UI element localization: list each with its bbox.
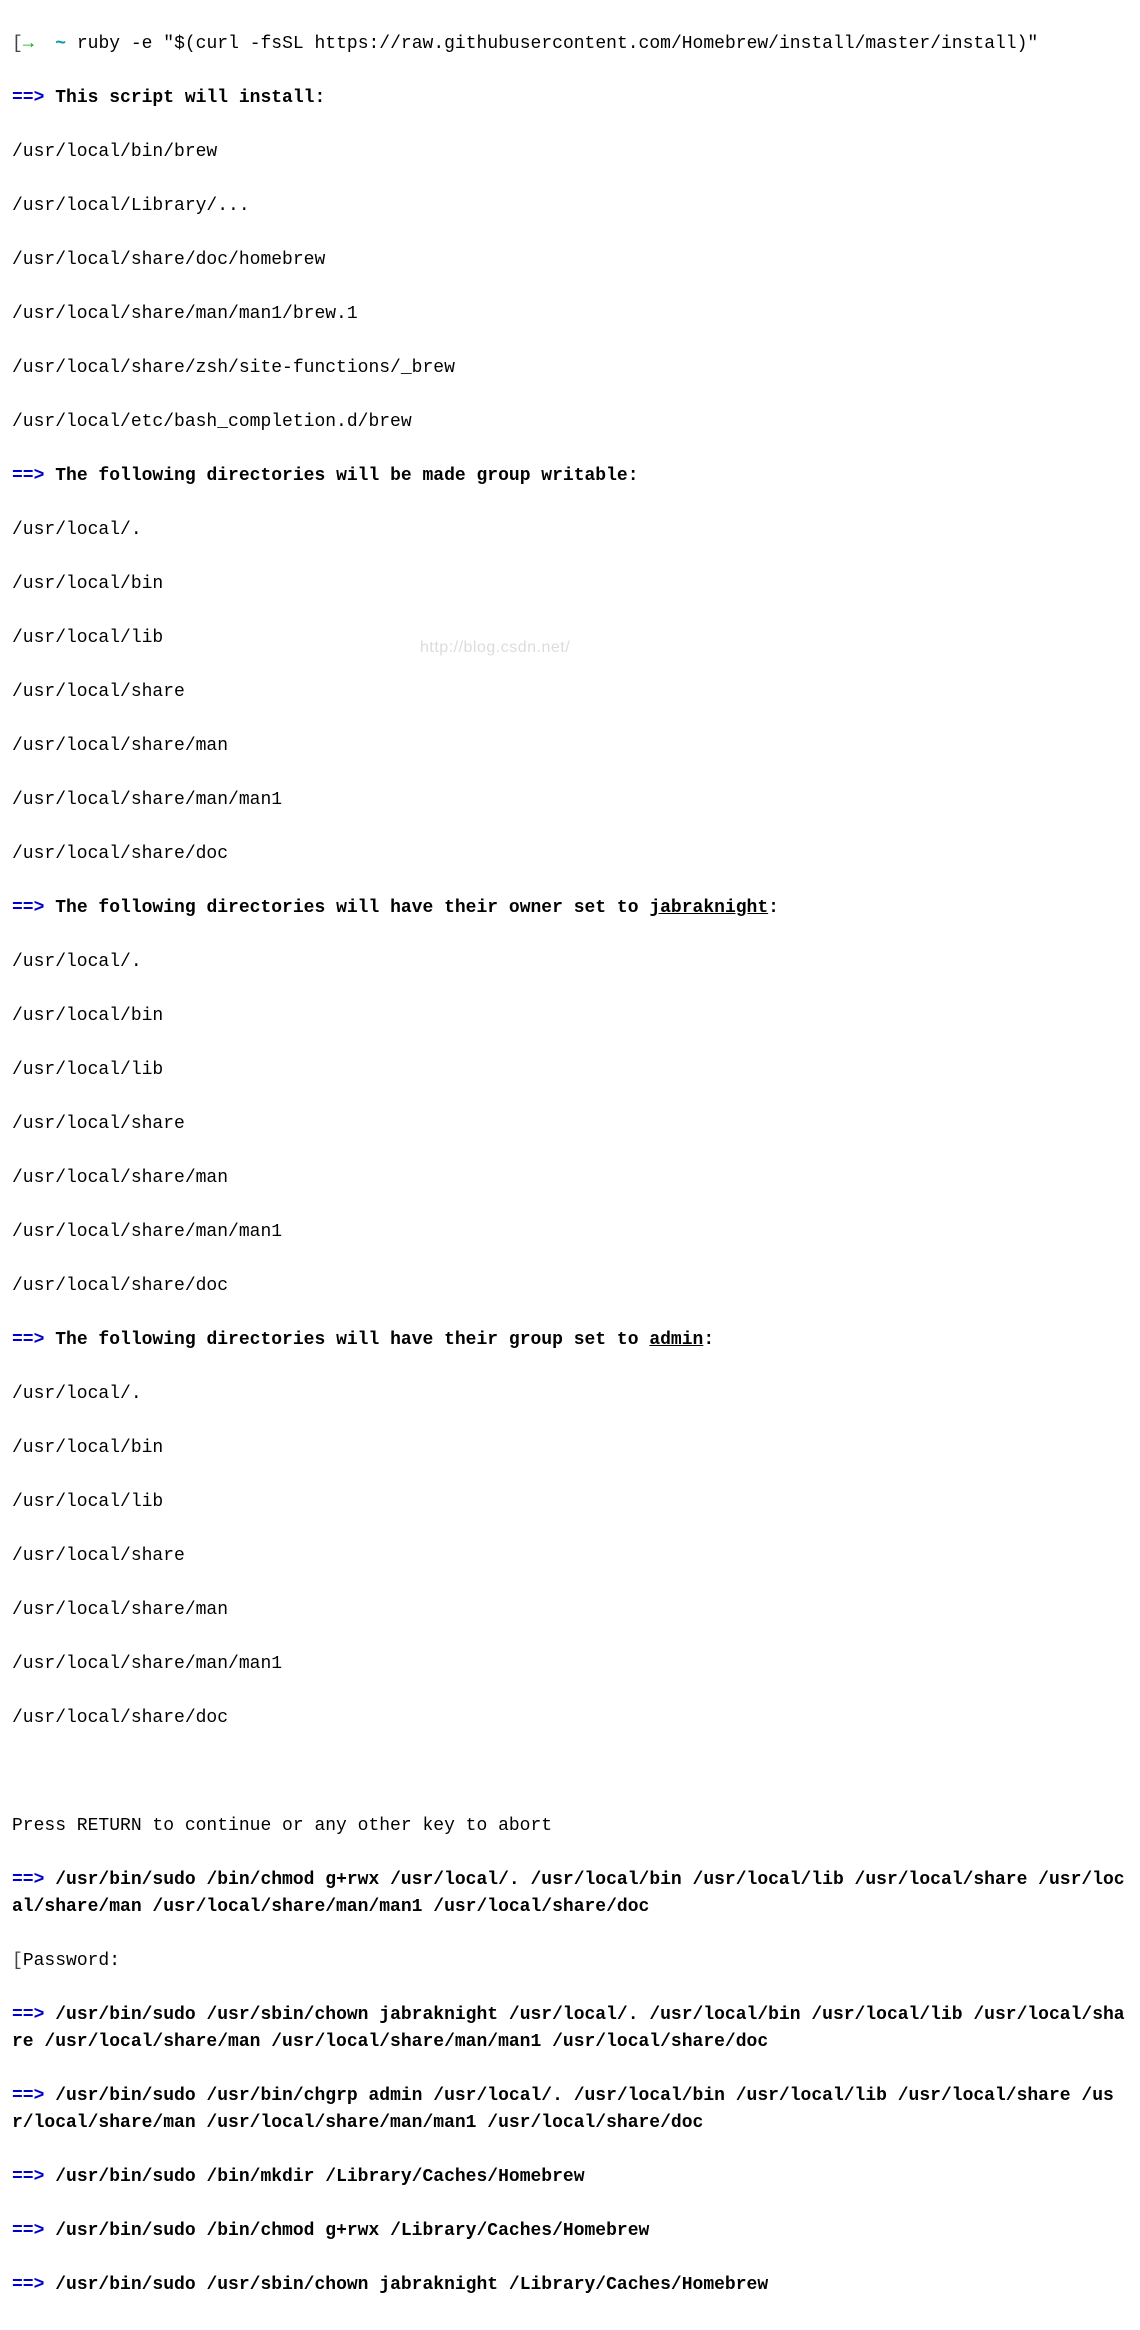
output-line: /usr/local/bin [12, 571, 1128, 598]
output-line: /usr/local/share/man/man1 [12, 787, 1128, 814]
heading-text: The following directories will be made g… [55, 466, 638, 486]
marker-icon: ==> [12, 2086, 44, 2106]
output-line: /usr/local/lib [12, 1057, 1128, 1084]
command-mkdir: ==> /usr/bin/sudo /bin/mkdir /Library/Ca… [12, 2164, 1128, 2191]
output-line: /usr/local/share/man [12, 1597, 1128, 1624]
heading-text: The following directories will have thei… [55, 1330, 714, 1350]
command-text: /usr/bin/sudo /usr/sbin/chown jabraknigh… [55, 2275, 768, 2295]
command-text: /usr/bin/sudo /usr/bin/chgrp admin /usr/… [12, 2086, 1114, 2133]
output-line: /usr/local/share [12, 1543, 1128, 1570]
output-line: /usr/local/Library/... [12, 193, 1128, 220]
bracket-icon: [ [12, 34, 23, 54]
marker-icon: ==> [12, 2275, 44, 2295]
heading-text: This script will install: [55, 88, 325, 108]
command-text: /usr/bin/sudo /bin/mkdir /Library/Caches… [55, 2167, 584, 2187]
output-line: /usr/local/share/man/man1 [12, 1219, 1128, 1246]
group-name: admin [649, 1330, 703, 1350]
output-line: /usr/local/. [12, 517, 1128, 544]
marker-icon: ==> [12, 466, 44, 486]
terminal-output[interactable]: [→ ~ ruby -e "$(curl -fsSL https://raw.g… [12, 4, 1128, 2326]
output-line: /usr/local/bin/brew [12, 139, 1128, 166]
command-chgrp: ==> /usr/bin/sudo /usr/bin/chgrp admin /… [12, 2083, 1128, 2137]
output-line: /usr/local/share/zsh/site-functions/_bre… [12, 355, 1128, 382]
output-line: /usr/local/lib [12, 625, 1128, 652]
command-line: [→ ~ ruby -e "$(curl -fsSL https://raw.g… [12, 31, 1128, 58]
output-line: /usr/local/etc/bash_completion.d/brew [12, 409, 1128, 436]
arrow-icon: → [23, 34, 34, 54]
output-line: /usr/local/share/doc [12, 1705, 1128, 1732]
command-text: /usr/bin/sudo /bin/chmod g+rwx /usr/loca… [12, 1870, 1125, 1917]
output-line: /usr/local/share/man/man1/brew.1 [12, 301, 1128, 328]
section-heading-owner: ==> The following directories will have … [12, 895, 1128, 922]
output-line: /usr/local/lib [12, 1489, 1128, 1516]
command-chmod-cache: ==> /usr/bin/sudo /bin/chmod g+rwx /Libr… [12, 2218, 1128, 2245]
output-line: /usr/local/. [12, 1381, 1128, 1408]
section-heading-writable: ==> The following directories will be ma… [12, 463, 1128, 490]
tilde-icon: ~ [55, 34, 66, 54]
output-line: /usr/local/share/man [12, 1165, 1128, 1192]
command-text: /usr/bin/sudo /bin/chmod g+rwx /Library/… [55, 2221, 649, 2241]
password-label: Password: [23, 1951, 120, 1971]
output-line: /usr/local/share [12, 1111, 1128, 1138]
output-line: /usr/local/share/man/man1 [12, 1651, 1128, 1678]
command-chown-cache: ==> /usr/bin/sudo /usr/sbin/chown jabrak… [12, 2272, 1128, 2299]
marker-icon: ==> [12, 1870, 44, 1890]
marker-icon: ==> [12, 88, 44, 108]
command-text: /usr/bin/sudo /usr/sbin/chown jabraknigh… [12, 2005, 1125, 2052]
marker-icon: ==> [12, 2005, 44, 2025]
blank-line [12, 1759, 1128, 1786]
output-line: /usr/local/share/doc/homebrew [12, 247, 1128, 274]
command-chown: ==> /usr/bin/sudo /usr/sbin/chown jabrak… [12, 2002, 1128, 2056]
output-line: /usr/local/share/doc [12, 1273, 1128, 1300]
marker-icon: ==> [12, 898, 44, 918]
marker-icon: ==> [12, 2167, 44, 2187]
output-line: /usr/local/bin [12, 1435, 1128, 1462]
heading-text: The following directories will have thei… [55, 898, 779, 918]
command-chmod: ==> /usr/bin/sudo /bin/chmod g+rwx /usr/… [12, 1867, 1128, 1921]
output-line: /usr/local/share/man [12, 733, 1128, 760]
bracket-icon: [ [12, 1951, 23, 1971]
command-text: ruby -e "$(curl -fsSL https://raw.github… [77, 34, 1038, 54]
marker-icon: ==> [12, 1330, 44, 1350]
output-line: /usr/local/share [12, 679, 1128, 706]
marker-icon: ==> [12, 2221, 44, 2241]
owner-name: jabraknight [649, 898, 768, 918]
output-line: /usr/local/bin [12, 1003, 1128, 1030]
section-heading-group: ==> The following directories will have … [12, 1327, 1128, 1354]
section-heading-install: ==> This script will install: [12, 85, 1128, 112]
output-line: /usr/local/share/doc [12, 841, 1128, 868]
password-prompt: [Password: [12, 1948, 1128, 1975]
press-return-prompt: Press RETURN to continue or any other ke… [12, 1813, 1128, 1840]
output-line: /usr/local/. [12, 949, 1128, 976]
